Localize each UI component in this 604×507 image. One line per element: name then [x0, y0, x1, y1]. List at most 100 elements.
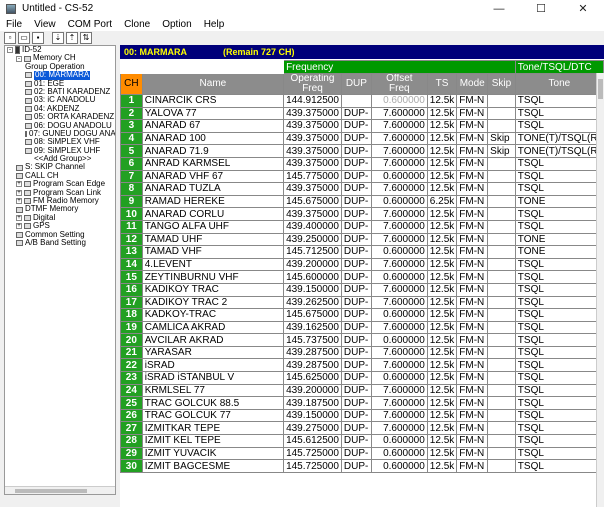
cell-mode[interactable]: FM-N [456, 270, 489, 284]
cell-name[interactable]: TRAC GOLCUK 77 [141, 408, 285, 423]
cell-skip[interactable] [487, 219, 516, 234]
cell-ts[interactable]: 12.5k [426, 232, 458, 247]
cell-ch[interactable]: 5 [120, 144, 143, 158]
cell-ch[interactable]: 9 [120, 194, 143, 209]
cell-tone[interactable]: TSQL [514, 295, 604, 310]
cell-ch[interactable]: 3 [120, 119, 143, 133]
cell-skip[interactable] [487, 270, 516, 284]
cell-dup[interactable]: DUP- [340, 194, 372, 209]
cell-operating-freq[interactable]: 439.287500 [283, 358, 342, 373]
table-row[interactable]: 16 KADIKOY TRAC 439.150000 DUP- 7.600000 12.5… [120, 282, 604, 297]
cell-ch[interactable]: 4 [120, 131, 143, 146]
cell-dup[interactable]: DUP- [340, 131, 372, 146]
cell-mode[interactable]: FM-N [456, 333, 489, 347]
table-row[interactable]: 11 TANGO ALFA UHF 439.400000 DUP- 7.600000 12… [120, 219, 604, 234]
cell-dup[interactable]: DUP- [340, 358, 372, 373]
cell-operating-freq[interactable]: 145.625000 [283, 371, 342, 385]
col-skip[interactable]: Skip [487, 73, 516, 95]
cell-ts[interactable]: 12.5k [426, 94, 458, 108]
cell-mode[interactable]: FM-N [456, 396, 489, 410]
cell-dup[interactable]: DUP- [340, 232, 372, 247]
cell-operating-freq[interactable]: 145.675000 [283, 194, 342, 209]
cell-operating-freq[interactable]: 145.712500 [283, 245, 342, 259]
cell-ts[interactable]: 12.5k [426, 257, 458, 272]
cell-ch[interactable]: 10 [120, 207, 143, 221]
table-row[interactable]: 6 ANRAD KARMSEL 439.375000 DUP- 7.600000 12.5… [120, 156, 604, 171]
menu-file[interactable]: File [0, 19, 28, 30]
cell-dup[interactable]: DUP- [340, 245, 372, 259]
cell-name[interactable]: KADKOY-TRAC [141, 308, 285, 322]
cell-mode[interactable]: FM-N [456, 207, 489, 221]
cell-mode[interactable]: FM-N [456, 119, 489, 133]
cell-tone[interactable]: TSQL [514, 156, 604, 171]
new-file-icon[interactable]: ▫ [4, 32, 16, 44]
table-row[interactable]: 14 4.LEVENT 439.200000 DUP- 7.600000 12.5k FM-… [120, 257, 604, 272]
clone-icon[interactable]: ⇅ [80, 32, 92, 44]
cell-mode[interactable]: FM-N [456, 232, 489, 247]
cell-dup[interactable]: DUP- [340, 295, 372, 310]
cell-dup[interactable]: DUP- [340, 459, 372, 473]
cell-offset-freq[interactable]: 7.600000 [370, 219, 428, 234]
cell-ch[interactable]: 2 [120, 106, 143, 121]
cell-ch[interactable]: 16 [120, 282, 143, 297]
cell-dup[interactable]: DUP- [340, 219, 372, 234]
cell-dup[interactable]: DUP- [340, 396, 372, 410]
table-row[interactable]: 23 iSRAD iSTANBUL V 145.625000 DUP- 0.600000… [120, 371, 604, 385]
cell-operating-freq[interactable]: 439.262500 [283, 295, 342, 310]
expand-icon[interactable]: + [16, 198, 22, 205]
cell-skip[interactable]: Skip [487, 144, 516, 158]
cell-dup[interactable]: DUP- [340, 383, 372, 398]
cell-tone[interactable]: TSQL [514, 182, 604, 196]
cell-mode[interactable]: FM-N [456, 282, 489, 297]
cell-skip[interactable] [487, 295, 516, 310]
save-icon[interactable]: ▪ [32, 32, 44, 44]
cell-operating-freq[interactable]: 439.375000 [283, 119, 342, 133]
cell-mode[interactable]: FM-N [456, 358, 489, 373]
cell-operating-freq[interactable]: 439.187500 [283, 396, 342, 410]
cell-skip[interactable] [487, 446, 516, 461]
cell-offset-freq[interactable]: 7.600000 [370, 383, 428, 398]
cell-ch[interactable]: 13 [120, 245, 143, 259]
cell-offset-freq[interactable]: 0.600000 [370, 194, 428, 209]
cell-dup[interactable]: DUP- [340, 182, 372, 196]
cell-name[interactable]: AVCILAR AKRAD [141, 333, 285, 347]
cell-ch[interactable]: 6 [120, 156, 143, 171]
cell-name[interactable]: ANARAD CORLU [141, 207, 285, 221]
cell-skip[interactable] [487, 169, 516, 184]
cell-operating-freq[interactable]: 439.375000 [283, 106, 342, 121]
cell-dup[interactable]: DUP- [340, 169, 372, 184]
cell-ts[interactable]: 12.5k [426, 207, 458, 221]
menu-option[interactable]: Option [156, 19, 197, 30]
channel-tree[interactable]: - ID-52- Memory CH Group Operation 00: MARMA… [4, 45, 116, 495]
cell-tone[interactable]: TSQL [514, 169, 604, 184]
cell-offset-freq[interactable]: 7.600000 [370, 345, 428, 360]
cell-skip[interactable] [487, 358, 516, 373]
cell-ts[interactable]: 6.25k [426, 194, 458, 209]
table-row[interactable]: 18 KADKOY-TRAC 145.675000 DUP- 0.600000 12.5k… [120, 308, 604, 322]
cell-mode[interactable]: FM-N [456, 383, 489, 398]
tree-horizontal-scrollbar[interactable] [5, 486, 115, 494]
table-row[interactable]: 26 TRAC GOLCUK 77 439.150000 DUP- 7.600000 12… [120, 408, 604, 423]
cell-skip[interactable] [487, 119, 516, 133]
cell-ts[interactable]: 12.5k [426, 219, 458, 234]
table-row[interactable]: 28 IZMIT KEL TEPE 145.612500 DUP- 0.600000 12… [120, 434, 604, 448]
cell-ts[interactable]: 12.5k [426, 446, 458, 461]
cell-offset-freq[interactable]: 0.600000 [370, 371, 428, 385]
cell-skip[interactable] [487, 156, 516, 171]
table-row[interactable]: 20 AVCILAR AKRAD 145.737500 DUP- 0.600000 12.… [120, 333, 604, 347]
cell-dup[interactable]: DUP- [340, 156, 372, 171]
cell-ts[interactable]: 12.5k [426, 333, 458, 347]
cell-operating-freq[interactable]: 439.400000 [283, 219, 342, 234]
cell-ch[interactable]: 20 [120, 333, 143, 347]
cell-ch[interactable]: 8 [120, 182, 143, 196]
read-from-radio-icon[interactable]: ⇣ [52, 32, 64, 44]
cell-dup[interactable]: DUP- [340, 320, 372, 335]
table-row[interactable]: 30 IZMIT BAGCESME 145.725000 DUP- 0.600000 12… [120, 459, 604, 473]
cell-operating-freq[interactable]: 144.912500 [283, 94, 342, 108]
cell-mode[interactable]: FM-N [456, 194, 489, 209]
cell-skip[interactable] [487, 308, 516, 322]
cell-offset-freq[interactable]: 0.600000 [370, 446, 428, 461]
cell-mode[interactable]: FM-N [456, 421, 489, 436]
cell-operating-freq[interactable]: 439.287500 [283, 345, 342, 360]
cell-ch[interactable]: 26 [120, 408, 143, 423]
